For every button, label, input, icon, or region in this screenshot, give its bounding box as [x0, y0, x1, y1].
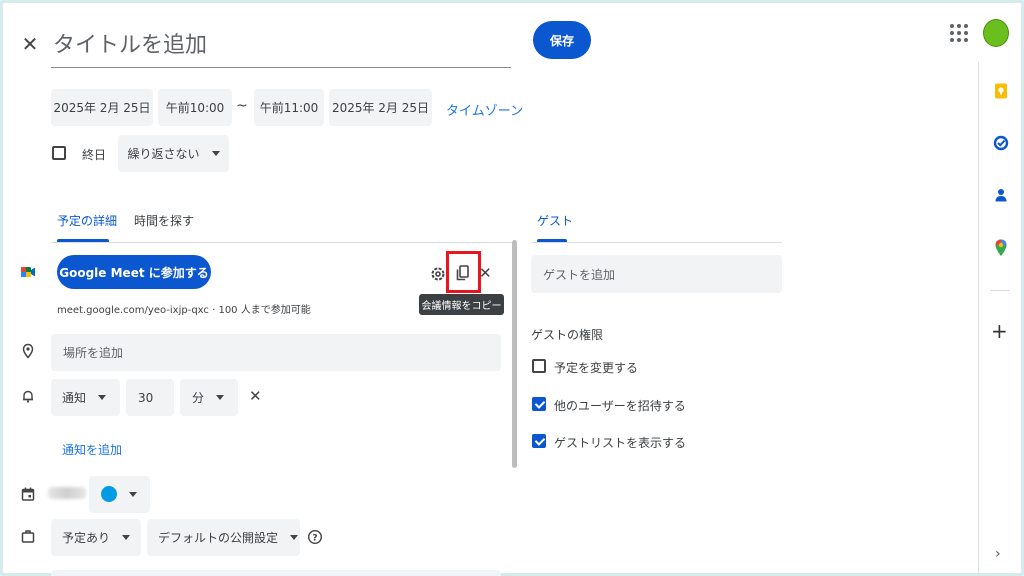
tab-find-time[interactable]: 時間を探す	[134, 212, 194, 229]
calendar-icon	[21, 487, 35, 501]
dropdown-arrow-icon	[211, 151, 220, 156]
google-meet-icon	[21, 267, 35, 277]
apps-grid-icon[interactable]	[950, 24, 968, 42]
remove-meet-icon[interactable]: ✕	[479, 264, 492, 282]
side-panel-divider	[978, 62, 979, 576]
event-color-dropdown[interactable]	[89, 476, 150, 513]
repeat-dropdown[interactable]: 繰り返さない	[118, 135, 229, 172]
dropdown-arrow-icon	[98, 395, 107, 400]
tab-guests[interactable]: ゲスト	[537, 212, 573, 229]
visibility-dropdown[interactable]: デフォルトの公開設定	[147, 519, 300, 556]
all-day-label: 終日	[82, 148, 107, 162]
maps-icon[interactable]	[992, 238, 1010, 258]
dropdown-arrow-icon	[216, 395, 225, 400]
keep-icon[interactable]	[992, 82, 1010, 100]
start-time-text: 午前10:00	[165, 101, 225, 115]
guests-divider	[531, 242, 782, 243]
title-input[interactable]	[51, 24, 511, 68]
dropdown-arrow-icon	[290, 535, 299, 540]
location-placeholder: 場所を追加	[63, 346, 124, 360]
notification-unit-dropdown[interactable]: 分	[180, 379, 238, 416]
dropdown-arrow-icon	[129, 492, 137, 497]
add-notification-link[interactable]: 通知を追加	[62, 441, 122, 458]
notification-amount-input[interactable]: 30	[126, 379, 174, 416]
gear-icon[interactable]	[429, 265, 447, 283]
plus-icon[interactable]: +	[991, 319, 1008, 343]
copy-highlight-box	[446, 251, 481, 293]
availability-dropdown[interactable]: 予定あり	[51, 519, 141, 556]
description-field[interactable]	[51, 570, 501, 576]
notification-type-value: 通知	[62, 391, 87, 405]
availability-value: 予定あり	[62, 531, 111, 545]
bell-icon	[23, 390, 33, 403]
notification-type-dropdown[interactable]: 通知	[51, 379, 120, 416]
permission-see-list-label: ゲストリストを表示する	[554, 436, 687, 450]
side-panel-separator	[990, 290, 1010, 291]
end-date-text: 2025年 2月 25日	[331, 101, 430, 115]
end-time-text: 午前11:00	[259, 101, 319, 115]
permission-invite-label: 他のユーザーを招待する	[554, 399, 686, 413]
permission-see-list-checkbox[interactable]	[532, 434, 546, 448]
time-separator: ~	[236, 98, 248, 114]
location-pin-icon	[22, 343, 34, 359]
end-time-chip[interactable]: 午前11:00	[254, 89, 324, 126]
contacts-icon[interactable]	[992, 186, 1010, 204]
all-day-checkbox[interactable]	[52, 146, 66, 160]
start-date-text: 2025年 2月 25日	[53, 101, 151, 115]
visibility-value: デフォルトの公開設定	[158, 531, 279, 545]
permission-modify-label: 予定を変更する	[554, 361, 639, 375]
start-time-chip[interactable]: 午前10:00	[158, 89, 232, 126]
tabs-divider	[51, 242, 517, 243]
start-date-chip[interactable]: 2025年 2月 25日	[51, 89, 153, 126]
tab-details[interactable]: 予定の詳細	[57, 212, 117, 229]
save-button[interactable]: 保存	[533, 21, 591, 59]
add-guest-placeholder: ゲストを追加	[543, 267, 616, 282]
svg-text:?: ?	[312, 534, 317, 544]
calendar-owner-name	[48, 487, 86, 499]
meet-info-text: meet.google.com/yeo-ixjp-qxc · 100 人まで参加…	[57, 305, 311, 316]
notification-unit-value: 分	[192, 391, 205, 405]
close-icon[interactable]: ✕	[20, 34, 40, 54]
dropdown-arrow-icon	[122, 535, 131, 540]
permission-modify-checkbox[interactable]	[532, 359, 546, 373]
location-input[interactable]: 場所を追加	[51, 334, 501, 371]
notification-amount-value: 30	[138, 390, 154, 405]
scrollbar[interactable]	[512, 240, 517, 468]
add-guest-input[interactable]: ゲストを追加	[531, 255, 782, 293]
help-circle-icon[interactable]: ?	[307, 529, 323, 545]
copy-tooltip: 会議情報をコピー	[419, 294, 504, 315]
timezone-link[interactable]: タイムゾーン	[446, 100, 523, 119]
briefcase-icon	[21, 530, 35, 543]
permission-invite-checkbox[interactable]	[532, 397, 546, 411]
repeat-value: 繰り返さない	[127, 147, 200, 161]
event-color-dot	[101, 486, 117, 502]
end-date-chip[interactable]: 2025年 2月 25日	[329, 89, 432, 126]
guest-permissions-title: ゲストの権限	[531, 328, 604, 342]
join-meet-button[interactable]: Google Meet に参加する	[57, 255, 211, 289]
avatar[interactable]	[983, 19, 1009, 47]
tasks-icon[interactable]	[992, 134, 1010, 152]
chevron-right-icon[interactable]: ›	[995, 546, 1001, 562]
remove-notification-icon[interactable]: ✕	[249, 387, 262, 405]
